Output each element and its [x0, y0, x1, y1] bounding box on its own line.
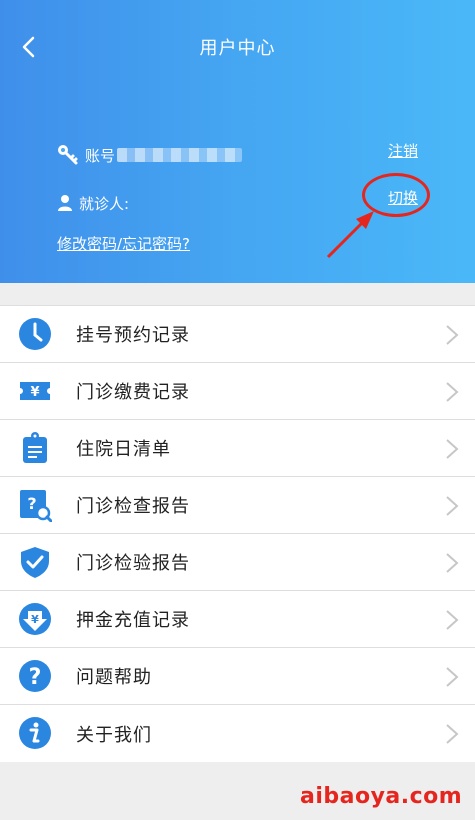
menu-item-label: 门诊缴费记录: [76, 382, 190, 403]
svg-text:?: ?: [29, 665, 42, 690]
change-password-link[interactable]: 修改密码/忘记密码?: [57, 233, 190, 254]
page-title: 用户中心: [199, 38, 276, 59]
menu-list: 挂号预约记录 ¥ 门诊缴费记录 住院日清单 ? 门诊检查报告 门诊检验报告 ¥ …: [0, 305, 475, 762]
chevron-right-icon: [446, 496, 459, 516]
menu-item-label: 门诊检查报告: [76, 496, 190, 517]
annotation-arrow: [326, 211, 374, 259]
chevron-right-icon: [446, 553, 459, 573]
menu-item-appointment-records[interactable]: 挂号预约记录: [0, 306, 475, 363]
menu-item-help[interactable]: ? 问题帮助: [0, 648, 475, 705]
question-icon: ?: [19, 660, 51, 692]
account-row: 账号: [57, 142, 243, 168]
chevron-right-icon: [446, 724, 459, 744]
key-icon: [58, 145, 78, 165]
chevron-right-icon: [446, 325, 459, 345]
menu-item-label: 关于我们: [76, 724, 152, 746]
chevron-right-icon: [446, 382, 459, 402]
menu-item-deposit-records[interactable]: ¥ 押金充值记录: [0, 591, 475, 648]
shield-check-icon: [21, 547, 49, 578]
ticket-yen-icon: ¥: [20, 382, 50, 400]
yen-down-icon: ¥: [19, 603, 51, 635]
chevron-right-icon: [446, 610, 459, 630]
clock-icon: [19, 318, 51, 350]
logout-link[interactable]: 注销: [388, 140, 418, 161]
person-icon: [58, 195, 72, 211]
info-icon: [19, 717, 51, 749]
svg-text:?: ?: [27, 494, 36, 513]
patient-label: 就诊人:: [79, 194, 130, 213]
menu-item-label: 挂号预约记录: [76, 325, 190, 346]
menu-item-label: 问题帮助: [76, 667, 152, 688]
question-search-icon: ?: [20, 490, 52, 522]
chevron-right-icon: [446, 667, 459, 687]
menu-item-exam-reports[interactable]: ? 门诊检查报告: [0, 477, 475, 534]
svg-text:¥: ¥: [31, 613, 39, 626]
patient-row: 就诊人:: [57, 190, 129, 216]
menu-item-label: 住院日清单: [76, 439, 171, 460]
menu-item-payment-records[interactable]: ¥ 门诊缴费记录: [0, 363, 475, 420]
account-label: 账号: [85, 146, 116, 165]
menu-item-label: 门诊检验报告: [76, 553, 190, 574]
menu-item-about-us[interactable]: 关于我们: [0, 705, 475, 762]
watermark: aibaoya.com: [300, 784, 463, 809]
menu-item-label: 押金充值记录: [76, 610, 190, 631]
menu-item-inpatient-daily-list[interactable]: 住院日清单: [0, 420, 475, 477]
header: 用户中心 账号 就诊人: 注销 切换 修改密码/忘记密码?: [0, 0, 475, 283]
svg-text:¥: ¥: [30, 385, 39, 400]
account-value-masked: [117, 148, 243, 162]
clipboard-icon: [23, 432, 47, 463]
chevron-right-icon: [446, 439, 459, 459]
menu-item-lab-reports[interactable]: 门诊检验报告: [0, 534, 475, 591]
